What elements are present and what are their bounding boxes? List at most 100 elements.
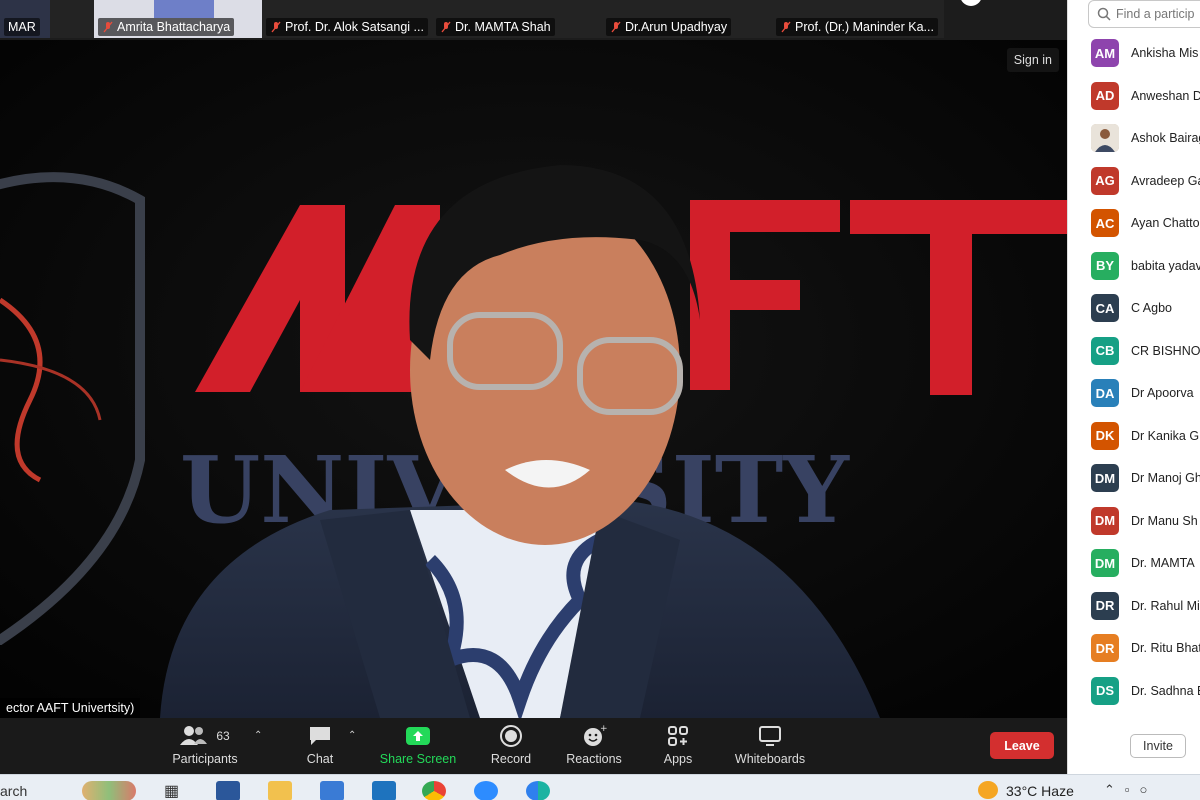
store-app-icon[interactable] [320, 781, 344, 800]
participant-thumbnail[interactable]: Dr. MAMTA Shah [432, 0, 602, 38]
chat-button[interactable]: Chat [300, 722, 340, 772]
weather-icon [978, 781, 998, 799]
participant-search-input[interactable]: Find a particip [1088, 0, 1200, 28]
edge-app-icon[interactable] [526, 781, 550, 800]
word-app-icon[interactable] [216, 781, 240, 800]
participant-thumbnail[interactable]: MAR [0, 0, 94, 38]
apps-button[interactable]: Apps [659, 722, 697, 772]
record-icon [500, 725, 522, 747]
participant-avatar: DM [1091, 506, 1119, 535]
zoom-window: MAR Amrita Bhattacharya Prof. Dr. Alok S… [0, 0, 1200, 800]
participant-row[interactable]: AG Avradeep Ga [1068, 166, 1200, 196]
strip-scroll-icon[interactable] [960, 0, 982, 6]
participant-avatar: AC [1091, 209, 1119, 237]
participant-row[interactable]: AD Anweshan D [1068, 81, 1200, 111]
participant-row[interactable]: DK Dr Kanika G [1068, 421, 1200, 451]
participant-avatar: DM [1091, 549, 1119, 577]
thumbnail-name-tag: MAR [4, 18, 40, 36]
chat-caret-icon[interactable]: ⌃ [348, 730, 356, 741]
participant-name: Dr. Rahul Mi [1131, 598, 1200, 613]
participant-row[interactable]: DM Dr. MAMTA [1068, 548, 1200, 578]
task-view-icon[interactable]: ▦ [164, 781, 188, 800]
participant-name: CR BISHNOI [1131, 343, 1200, 358]
meeting-toolbar: 63 Participants ⌃ Chat ⌃ Share Screen Re… [0, 718, 1067, 774]
leave-button[interactable]: Leave [990, 732, 1054, 759]
record-button[interactable]: Record [488, 722, 534, 772]
file-explorer-icon[interactable] [268, 781, 292, 800]
participant-avatar: DR [1091, 634, 1119, 662]
participant-row[interactable]: DR Dr. Rahul Mi [1068, 591, 1200, 621]
reactions-button[interactable]: + Reactions [565, 722, 623, 772]
mic-muted-icon [103, 21, 113, 33]
participant-name: babita yadav [1131, 258, 1200, 273]
participant-name: Dr Manoj Gh [1131, 471, 1200, 485]
participant-name: Ashok Bairag [1131, 131, 1200, 145]
participant-avatar: CA [1091, 294, 1119, 322]
participant-row[interactable]: DA Dr Apoorva [1068, 378, 1200, 408]
chat-label: Chat [306, 752, 334, 766]
participant-name: Ayan Chatto [1131, 216, 1200, 230]
participant-row[interactable]: AC Ayan Chatto [1068, 208, 1200, 238]
participant-name: Dr. Sadhna B [1131, 683, 1200, 698]
mail-app-icon[interactable] [372, 781, 396, 800]
participant-thumbnail[interactable]: Dr.Arun Upadhyay [602, 0, 772, 38]
participant-avatar: DA [1091, 379, 1119, 407]
sign-in-button[interactable]: Sign in [1006, 48, 1059, 72]
participant-name: Anweshan D [1131, 88, 1200, 103]
share-screen-label: Share Screen [379, 752, 457, 766]
participant-avatar: DK [1091, 421, 1119, 450]
active-speaker-video: UNIVERSITY Sign in ector AAFT Univertsit… [0, 40, 1067, 718]
participant-name: Dr Manu Sh [1131, 513, 1198, 528]
thumbnail-name-tag: Prof. (Dr.) Maninder Ka... [776, 18, 938, 36]
participant-row[interactable]: AM Ankisha Mis [1068, 38, 1200, 68]
thumbnail-name-tag: Dr.Arun Upadhyay [606, 18, 732, 36]
participant-avatar: AG [1091, 166, 1119, 195]
system-tray[interactable]: ⌃▫○ [1104, 782, 1157, 798]
weather-readout[interactable]: 33°C Haze [1006, 783, 1074, 799]
participant-thumbnail[interactable]: Amrita Bhattacharya [94, 0, 262, 38]
thumbnail-name: Prof. Dr. Alok Satsangi ... [285, 20, 424, 34]
thumbnail-name: Amrita Bhattacharya [117, 20, 231, 34]
participant-row[interactable]: BY babita yadav [1068, 251, 1200, 281]
participant-row[interactable]: DS Dr. Sadhna B [1068, 676, 1200, 706]
participant-name: Dr. MAMTA [1131, 556, 1195, 570]
apps-label: Apps [663, 752, 693, 766]
participant-row[interactable]: DR Dr. Ritu Bhat [1068, 633, 1200, 663]
participant-row[interactable]: DM Dr Manu Sh [1068, 506, 1200, 536]
participant-photo-avatar [1091, 124, 1119, 152]
participant-avatar: AM [1091, 39, 1119, 67]
participant-row[interactable]: DM Dr Manoj Gh [1068, 463, 1200, 493]
search-icon [1097, 7, 1111, 21]
whiteboards-button[interactable]: Whiteboards [730, 722, 810, 772]
record-label: Record [490, 752, 532, 766]
participants-label: Participants [172, 752, 238, 766]
participants-caret-icon[interactable]: ⌃ [254, 730, 262, 741]
zoom-app-icon[interactable] [474, 781, 498, 800]
participant-row[interactable]: Ashok Bairag [1068, 123, 1200, 153]
thumbnail-name-tag: Prof. Dr. Alok Satsangi ... [266, 18, 428, 36]
participant-row[interactable]: CA C Agbo [1068, 293, 1200, 323]
reactions-label: Reactions [566, 752, 622, 766]
participant-row[interactable]: CB CR BISHNOI [1068, 336, 1200, 366]
taskbar-search-box[interactable]: arch [0, 783, 27, 799]
reactions-icon: + [584, 724, 607, 746]
whiteboards-label: Whiteboards [734, 752, 806, 766]
participants-button[interactable]: 63 Participants [168, 722, 242, 772]
participant-name: C Agbo [1131, 301, 1173, 315]
thumbnail-name-tag: Dr. MAMTA Shah [436, 18, 555, 36]
participant-avatar: DR [1091, 591, 1119, 620]
participant-thumbnail[interactable]: Prof. (Dr.) Maninder Ka... [772, 0, 944, 38]
thumbnail-name: Prof. (Dr.) Maninder Ka... [795, 20, 934, 34]
widgets-icon[interactable] [82, 781, 136, 800]
invite-button[interactable]: Invite [1130, 734, 1186, 758]
participant-avatar: BY [1091, 251, 1119, 280]
thumbnail-name-tag: Amrita Bhattacharya [98, 18, 235, 36]
participant-thumbnail[interactable]: Prof. Dr. Alok Satsangi ... [262, 0, 432, 38]
svg-text:+: + [600, 724, 607, 734]
chrome-app-icon[interactable] [422, 781, 446, 800]
share-screen-button[interactable]: Share Screen [378, 722, 458, 772]
participant-name: Avradeep Ga [1131, 173, 1200, 188]
windows-taskbar: arch ▦ 33°C Haze ⌃▫○ [0, 774, 1200, 800]
thumbnail-name: Dr. MAMTA Shah [455, 20, 551, 34]
participant-avatar: DM [1091, 464, 1119, 492]
